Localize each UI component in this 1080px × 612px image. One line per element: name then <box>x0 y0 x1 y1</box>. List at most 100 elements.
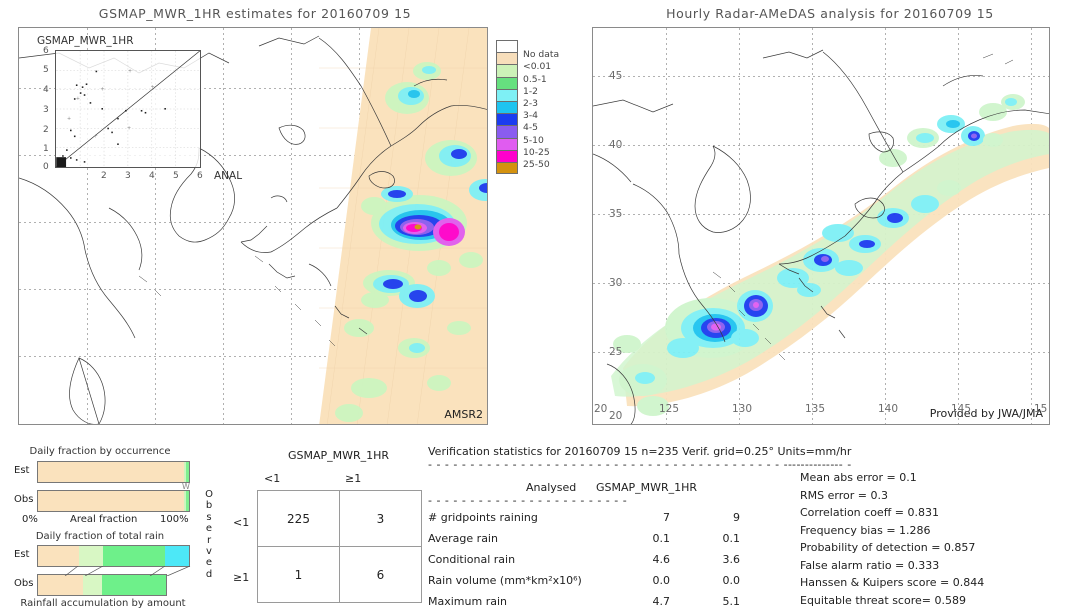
svg-text:+: + <box>151 84 155 90</box>
gsmap-estimate-map: + + + + + + + GSMAP_MWR_1HR 6 5 4 3 2 1 0 2 … <box>18 27 488 425</box>
score-5: False alarm ratio = 0.333 <box>800 558 940 572</box>
lat-tick-25: 25 <box>609 346 623 358</box>
colorbar-swatch-2 <box>496 64 518 77</box>
verification-row-analysed-4: 4.7 <box>652 595 671 608</box>
verification-row-analysed-3: 0.0 <box>652 574 671 587</box>
contingency-row-axis-label: Observed <box>205 489 213 580</box>
contingency-cell-01: 3 <box>339 490 422 547</box>
table-row: 1 6 <box>257 546 422 603</box>
verification-row-label-1: Average rain <box>428 532 498 545</box>
sensor-tag: AMSR2 <box>444 408 483 421</box>
contingency-col-header-0: <1 <box>264 472 281 485</box>
lon-tick-150: 15 <box>1034 403 1048 415</box>
inset-ytick-5: 5 <box>43 65 49 75</box>
colorbar-label-0: No data <box>523 49 560 61</box>
bar-segment-2 <box>102 546 165 566</box>
occurrence-row-label-est: Est <box>14 465 30 476</box>
svg-text:+: + <box>67 116 71 122</box>
verification-row-label-4: Maximum rain <box>428 595 507 608</box>
colorbar-label-7: 5-10 <box>523 134 544 146</box>
lon-tick-125: 125 <box>659 403 680 415</box>
colorbar-swatch-1 <box>496 52 518 65</box>
verification-row-model-0: 9 <box>733 511 740 524</box>
score-0: Mean abs error = 0.1 <box>800 471 917 484</box>
inset-xtick-3: 3 <box>125 171 131 181</box>
occurrence-axis-min: 0% <box>22 514 38 525</box>
verification-row-analysed-0: 7 <box>663 511 670 524</box>
occurrence-chart-title: Daily fraction by occurrence <box>29 446 171 457</box>
bar-segment-0 <box>38 546 79 566</box>
contingency-col-header-1: ≥1 <box>345 472 362 485</box>
verification-header: Verification statistics for 20160709 15 … <box>428 445 852 458</box>
colorbar-swatch-3 <box>496 76 518 89</box>
verification-row-analysed-2: 4.6 <box>652 553 671 566</box>
occurrence-axis-max: 100% <box>160 514 189 525</box>
score-7: Equitable threat score= 0.589 <box>800 593 966 607</box>
amount-bar-obs <box>37 574 167 596</box>
contingency-row-header-0: <1 <box>233 516 250 529</box>
amount-chart-title: Daily fraction of total rain <box>35 531 165 542</box>
precipitation-colorbar: No data <0.01 0.5-1 1-2 2-3 3-4 4-5 5-10 10-25 25… <box>496 40 559 175</box>
inset-xaxis-label: ANAL <box>214 170 243 182</box>
occurrence-row-label-obs: Obs <box>14 494 34 505</box>
amount-chart-linkers <box>64 566 191 576</box>
lat-tick-35: 35 <box>609 208 623 220</box>
contingency-table: 225 3 1 6 <box>257 490 422 603</box>
occurrence-axis-title: Areal fraction <box>70 514 138 525</box>
scatter-inset: + + + + + + + <box>55 50 201 168</box>
data-credit: Provided by JWA/JMA <box>929 407 1043 420</box>
inset-xtick-2: 2 <box>101 171 107 181</box>
score-2: Correlation coeff = 0.831 <box>800 506 939 519</box>
scores-divider: - - - - - - - - <box>788 458 852 471</box>
lon-tick-145: 145 <box>951 403 972 415</box>
inset-ytick-2: 2 <box>43 125 49 135</box>
score-4: Probability of detection = 0.857 <box>800 541 976 554</box>
amount-bar-est <box>37 545 190 567</box>
bar-segment-0 <box>38 491 185 511</box>
verification-row-model-1: 0.1 <box>722 532 741 545</box>
table-row: 225 3 <box>257 490 422 547</box>
inset-series-label: GSMAP_MWR_1HR <box>37 35 134 47</box>
verification-row-label-2: Conditional rain <box>428 553 516 566</box>
lon-tick-120: 20 <box>594 403 608 415</box>
lon-tick-135: 135 <box>805 403 826 415</box>
score-6: Hanssen & Kuipers score = 0.844 <box>800 576 985 589</box>
verification-col-model: GSMAP_MWR_1HR <box>596 481 698 494</box>
inset-ytick-1: 1 <box>43 144 49 154</box>
verification-row-model-4: 5.1 <box>722 595 741 608</box>
colorbar-label-5: 3-4 <box>523 110 539 122</box>
svg-text:+: + <box>100 86 104 92</box>
colorbar-label-3: 1-2 <box>523 85 539 97</box>
left-panel-title: GSMAP_MWR_1HR estimates for 20160709 15 <box>98 6 412 21</box>
bar-segment-0 <box>38 462 184 482</box>
inset-xtick-6: 6 <box>197 171 203 181</box>
bar-segment-1 <box>78 546 103 566</box>
lon-tick-140: 140 <box>878 403 899 415</box>
occurrence-tick-mark: W <box>182 482 190 491</box>
lat-tick-45: 45 <box>609 70 623 82</box>
colorbar-label-2: 0.5-1 <box>523 73 547 85</box>
inset-ytick-6: 6 <box>43 46 49 56</box>
colorbar-swatch-9 <box>496 149 518 162</box>
colorbar-swatch-10 <box>496 161 518 175</box>
contingency-cell-10: 1 <box>257 546 340 603</box>
inset-ytick-3: 3 <box>43 105 49 115</box>
radar-coastline-overlay <box>593 49 1049 424</box>
svg-text:+: + <box>76 96 80 102</box>
verification-divider-mid: - - - - - - - - - - - - - - - - - - - - … <box>428 494 628 507</box>
colorbar-label-6: 4-5 <box>523 122 539 134</box>
verification-col-analysed: Analysed <box>526 481 577 494</box>
colorbar-swatch-5 <box>496 100 518 114</box>
bar-segment-2 <box>185 462 189 482</box>
inset-xtick-5: 5 <box>173 171 179 181</box>
colorbar-label-1: <0.01 <box>523 61 552 73</box>
occurrence-bar-est <box>37 461 190 483</box>
radar-amedas-map: Provided by JWA/JMA 45 40 35 30 25 20 <box>592 27 1050 425</box>
colorbar-swatch-7 <box>496 125 518 138</box>
verification-row-model-2: 3.6 <box>722 553 741 566</box>
svg-text:+: + <box>127 126 131 132</box>
bar-segment-1 <box>82 575 102 595</box>
score-3: Frequency bias = 1.286 <box>800 523 931 537</box>
score-1: RMS error = 0.3 <box>800 488 888 502</box>
lat-tick-30: 30 <box>609 277 623 289</box>
